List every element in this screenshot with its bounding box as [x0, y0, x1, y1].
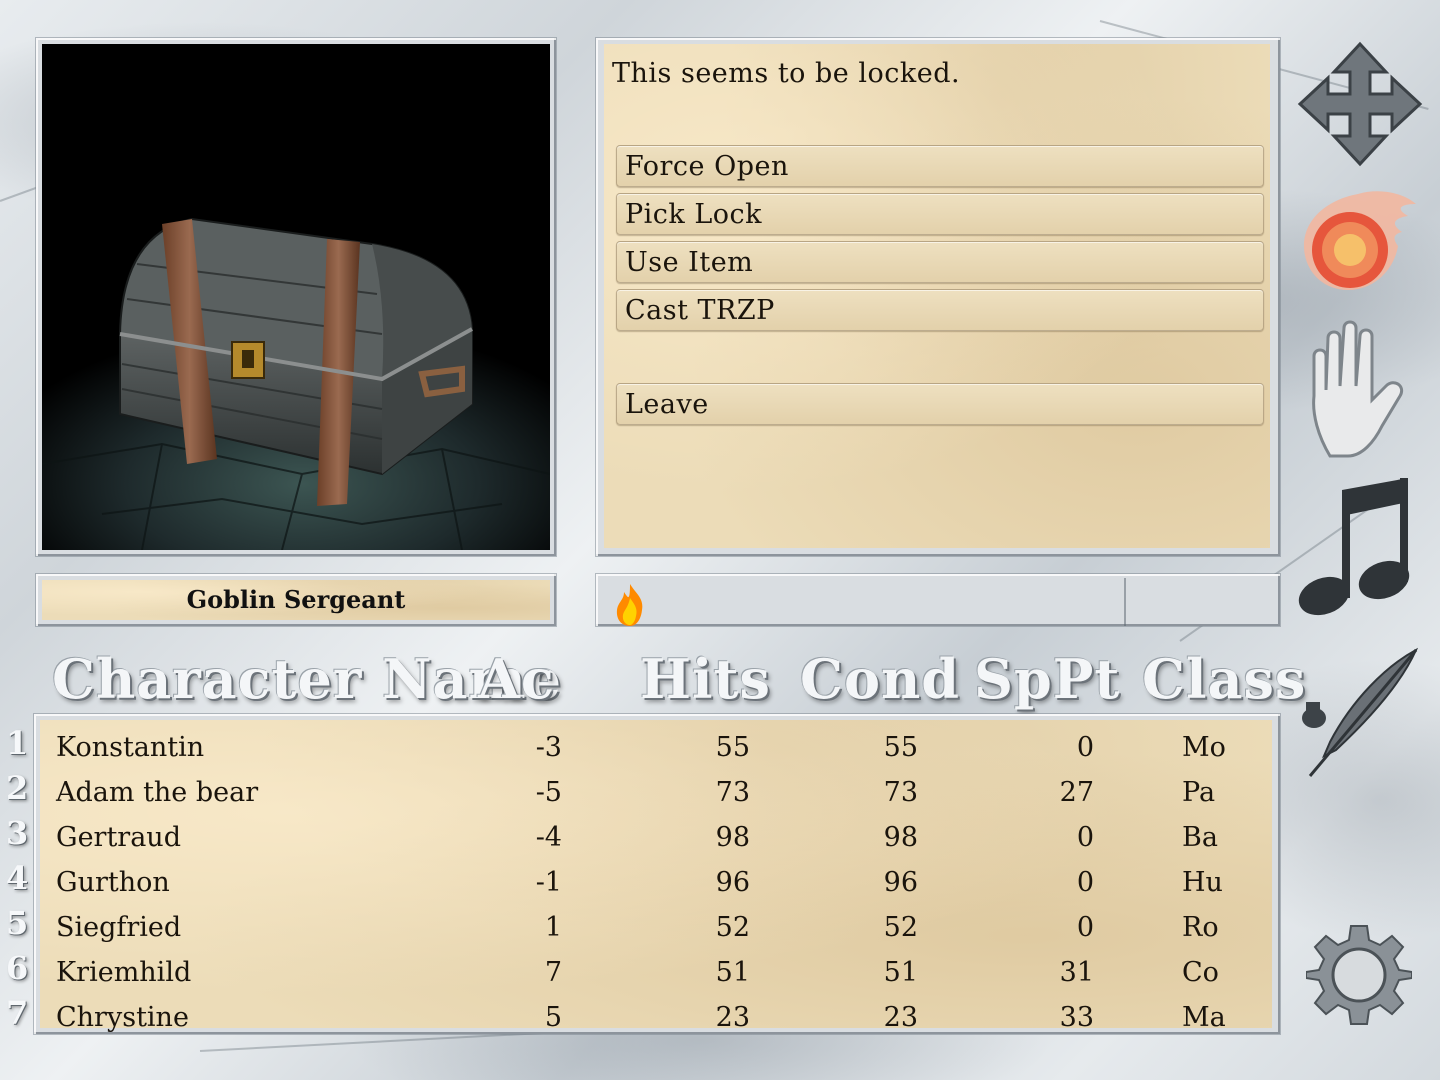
header-spt: SpPt — [974, 647, 1121, 711]
character-cond: 55 — [883, 732, 918, 763]
character-name: Adam the bear — [56, 777, 259, 808]
party-row[interactable]: Kriemhild 7 51 51 31 Co — [40, 949, 1272, 994]
use-item-button[interactable]: Use Item — [616, 241, 1264, 283]
character-hits: 73 — [715, 777, 750, 808]
character-cond: 23 — [883, 1002, 918, 1033]
character-cond: 73 — [883, 777, 918, 808]
cast-trzp-button[interactable]: Cast TRZP — [616, 289, 1264, 331]
character-hits: 51 — [715, 957, 750, 988]
character-cond: 52 — [883, 912, 918, 943]
character-spt: 0 — [1076, 867, 1094, 898]
encounter-name: Goblin Sergeant — [42, 580, 550, 620]
character-class: Co — [1182, 957, 1219, 988]
header-class: Class — [1142, 647, 1307, 711]
row-number: 1 — [6, 724, 29, 762]
row-number: 2 — [6, 769, 29, 807]
character-hits: 55 — [715, 732, 750, 763]
party-row[interactable]: Chrystine 5 23 23 33 Ma — [40, 994, 1272, 1039]
message-parchment: This seems to be locked. Force Open Pick… — [604, 44, 1270, 548]
character-spt: 0 — [1076, 912, 1094, 943]
status-divider — [1124, 578, 1126, 626]
music-note-icon[interactable] — [1296, 476, 1412, 622]
party-roster-frame: Konstantin -3 55 55 0 Mo Adam the bear -… — [34, 714, 1280, 1034]
character-hits: 52 — [715, 912, 750, 943]
header-ac: Ac — [478, 647, 555, 711]
party-row[interactable]: Siegfried 1 52 52 0 Ro — [40, 904, 1272, 949]
leave-button[interactable]: Leave — [616, 383, 1264, 425]
gear-icon[interactable] — [1306, 922, 1412, 1028]
encounter-nameplate: Goblin Sergeant — [36, 574, 556, 626]
fireball-icon[interactable] — [1298, 186, 1420, 298]
row-number: 7 — [6, 994, 29, 1032]
quill-icon[interactable] — [1296, 646, 1422, 782]
row-number: 4 — [6, 859, 29, 897]
character-ac: -1 — [535, 867, 562, 898]
character-name: Gertraud — [56, 822, 181, 853]
character-name: Chrystine — [56, 1002, 189, 1033]
character-spt: 31 — [1059, 957, 1094, 988]
character-spt: 0 — [1076, 732, 1094, 763]
hand-icon[interactable] — [1300, 316, 1422, 460]
character-spt: 27 — [1059, 777, 1094, 808]
flame-icon — [616, 584, 643, 626]
character-ac: -4 — [535, 822, 562, 853]
character-cond: 98 — [883, 822, 918, 853]
character-spt: 0 — [1076, 822, 1094, 853]
character-name: Siegfried — [56, 912, 182, 943]
chest-image — [42, 44, 550, 550]
party-row[interactable]: Gertraud -4 98 98 0 Ba — [40, 814, 1272, 859]
party-row[interactable]: Adam the bear -5 73 73 27 Pa — [40, 769, 1272, 814]
character-class: Hu — [1182, 867, 1223, 898]
party-roster: Konstantin -3 55 55 0 Mo Adam the bear -… — [40, 720, 1272, 1033]
character-ac: 5 — [544, 1002, 562, 1033]
character-class: Mo — [1182, 732, 1226, 763]
message-panel: This seems to be locked. Force Open Pick… — [596, 38, 1280, 556]
pick-lock-button[interactable]: Pick Lock — [616, 193, 1264, 235]
character-cond: 51 — [883, 957, 918, 988]
character-ac: -3 — [535, 732, 562, 763]
move-arrows-icon[interactable] — [1296, 40, 1424, 168]
character-ac: 1 — [544, 912, 562, 943]
row-number: 5 — [6, 904, 29, 942]
character-hits: 23 — [715, 1002, 750, 1033]
encounter-portrait-frame — [36, 38, 556, 556]
character-class: Ro — [1182, 912, 1219, 943]
character-name: Gurthon — [56, 867, 170, 898]
row-number: 6 — [6, 949, 29, 987]
character-name: Konstantin — [56, 732, 205, 763]
header-hits: Hits — [640, 647, 771, 711]
character-class: Ba — [1182, 822, 1218, 853]
character-spt: 33 — [1059, 1002, 1094, 1033]
character-name: Kriemhild — [56, 957, 192, 988]
character-cond: 96 — [883, 867, 918, 898]
party-row[interactable]: Konstantin -3 55 55 0 Mo — [40, 724, 1272, 769]
character-class: Ma — [1182, 1002, 1226, 1033]
character-class: Pa — [1182, 777, 1216, 808]
header-cond: Cond — [800, 647, 961, 711]
character-hits: 96 — [715, 867, 750, 898]
message-text: This seems to be locked. — [612, 58, 961, 89]
character-ac: 7 — [544, 957, 562, 988]
party-row[interactable]: Gurthon -1 96 96 0 Hu — [40, 859, 1272, 904]
row-number: 3 — [6, 814, 29, 852]
force-open-button[interactable]: Force Open — [616, 145, 1264, 187]
status-strip — [596, 574, 1280, 626]
character-hits: 98 — [715, 822, 750, 853]
character-ac: -5 — [535, 777, 562, 808]
